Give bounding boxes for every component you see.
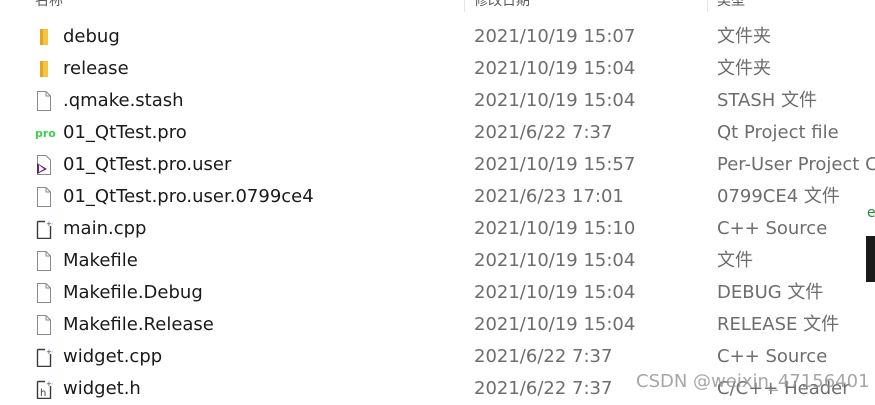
file-row[interactable]: 01_QtTest.pro.user 2021/10/19 15:57 Per-Us… — [0, 149, 875, 181]
file-row[interactable]: ++ widget.cpp 2021/6/22 7:37 C++ Source — [0, 341, 865, 373]
file-icon — [35, 91, 53, 111]
file-name: Makefile — [63, 250, 138, 271]
svg-text:h: h — [40, 388, 46, 399]
file-row[interactable]: .qmake.stash 2021/10/19 15:04 STASH 文件 — [0, 85, 865, 117]
file-type: RELEASE 文件 — [717, 314, 840, 335]
file-type: 文件夹 — [717, 58, 771, 79]
file-modified-date: 2021/10/19 15:04 — [474, 58, 636, 79]
vs-user-icon — [35, 155, 53, 175]
file-icon — [35, 251, 53, 271]
file-type: DEBUG 文件 — [717, 282, 824, 303]
header-name-stub[interactable]: 名称 — [35, 0, 63, 8]
file-name: Makefile.Release — [63, 314, 214, 335]
file-type: Per-User Project Cs — [717, 154, 875, 175]
svg-text:++: ++ — [46, 220, 53, 228]
watermark: CSDN @weixin_47156401 — [636, 371, 870, 392]
file-row[interactable]: Makefile 2021/10/19 15:04 文件 — [0, 245, 865, 277]
column-header: 名称 修改日期 类型 — [0, 0, 875, 12]
file-modified-date: 2021/10/19 15:10 — [474, 218, 636, 239]
file-type: STASH 文件 — [717, 90, 818, 111]
file-name: 01_QtTest.pro — [63, 122, 187, 143]
file-type: C++ Source — [717, 218, 828, 239]
file-modified-date: 2021/10/19 15:04 — [474, 90, 636, 111]
file-modified-date: 2021/6/22 7:37 — [474, 378, 613, 399]
file-modified-date: 2021/10/19 15:04 — [474, 250, 636, 271]
file-modified-date: 2021/10/19 15:07 — [474, 26, 636, 47]
edge-glyph: e — [867, 205, 875, 221]
file-name: main.cpp — [63, 218, 147, 239]
scrollbar-thumb[interactable] — [866, 236, 875, 282]
file-modified-date: 2021/6/22 7:37 — [474, 122, 613, 143]
svg-text:++: ++ — [46, 380, 53, 388]
file-icon — [35, 315, 53, 335]
file-type: 文件 — [717, 250, 753, 271]
file-name: release — [63, 58, 129, 79]
header-date-stub[interactable]: 修改日期 — [474, 0, 530, 8]
file-type: Qt Project file — [717, 122, 839, 143]
file-row[interactable]: Makefile.Debug 2021/10/19 15:04 DEBUG 文件 — [0, 277, 865, 309]
file-name: Makefile.Debug — [63, 282, 203, 303]
file-name: 01_QtTest.pro.user.0799ce4 — [63, 186, 314, 207]
header-type-stub[interactable]: 类型 — [717, 0, 745, 8]
file-row[interactable]: ++ main.cpp 2021/10/19 15:10 C++ Source — [0, 213, 865, 245]
folder-icon — [35, 27, 53, 47]
file-modified-date: 2021/10/19 15:04 — [474, 314, 636, 335]
file-name: debug — [63, 26, 120, 47]
file-row[interactable]: 01_QtTest.pro.user.0799ce4 2021/6/23 17:0… — [0, 181, 865, 213]
folder-icon — [35, 59, 53, 79]
file-modified-date: 2021/6/23 17:01 — [474, 186, 624, 207]
qt-pro-icon: pro — [35, 123, 56, 143]
column-divider[interactable] — [707, 0, 708, 12]
file-type: C++ Source — [717, 346, 828, 367]
file-type: 文件夹 — [717, 26, 771, 47]
file-icon — [35, 187, 53, 207]
cpp-file-icon: ++ — [35, 219, 58, 240]
svg-text:pro: pro — [35, 127, 56, 140]
cpp-file-icon: ++ — [35, 347, 58, 368]
svg-text:++: ++ — [46, 348, 53, 356]
column-divider[interactable] — [464, 0, 465, 12]
header-file-icon: h++ — [35, 379, 58, 400]
file-name: widget.h — [63, 378, 141, 399]
file-modified-date: 2021/10/19 15:57 — [474, 154, 636, 175]
file-type: 0799CE4 文件 — [717, 186, 840, 207]
file-name: 01_QtTest.pro.user — [63, 154, 232, 175]
file-name: widget.cpp — [63, 346, 163, 367]
file-row[interactable]: debug 2021/10/19 15:07 文件夹 — [0, 21, 865, 53]
file-modified-date: 2021/10/19 15:04 — [474, 282, 636, 303]
file-row[interactable]: Makefile.Release 2021/10/19 15:04 RELEASE … — [0, 309, 865, 341]
file-modified-date: 2021/6/22 7:37 — [474, 346, 613, 367]
file-row[interactable]: release 2021/10/19 15:04 文件夹 — [0, 53, 865, 85]
file-name: .qmake.stash — [63, 90, 184, 111]
file-row[interactable]: pro 01_QtTest.pro 2021/6/22 7:37 Qt Project… — [0, 117, 865, 149]
file-icon — [35, 283, 53, 303]
